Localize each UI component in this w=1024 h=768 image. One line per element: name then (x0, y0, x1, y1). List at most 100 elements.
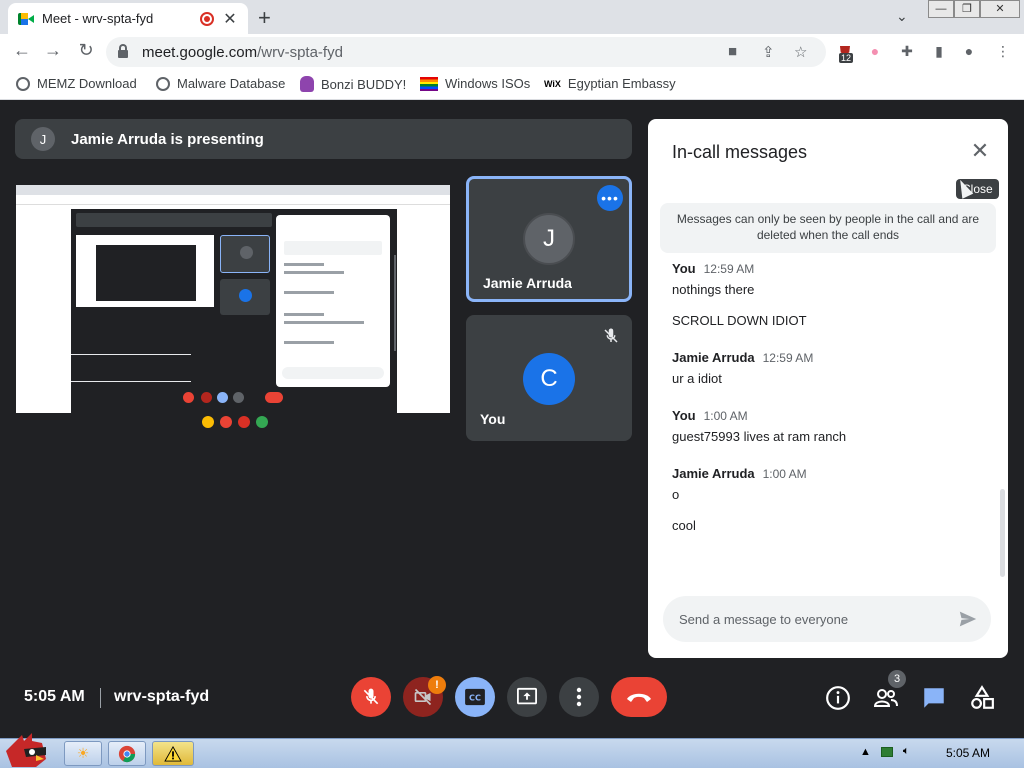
participant-name: Jamie Arruda (483, 275, 572, 291)
bookmark-malware-database[interactable]: Malware Database (156, 76, 285, 91)
more-options-button[interactable] (559, 677, 599, 717)
recording-icon (200, 11, 214, 26)
rainbow-flag-icon (420, 76, 438, 91)
profile-avatar-icon[interactable]: ● (960, 43, 978, 61)
address-bar[interactable]: meet.google.com/wrv-spta-fyd ■ ⇪ ☆ (106, 37, 826, 67)
taskbar-explorer[interactable]: ☀ (64, 741, 102, 766)
back-arrow-icon[interactable]: ← (10, 40, 34, 61)
more-options-icon[interactable]: ••• (597, 185, 623, 211)
bookmark-star-icon[interactable]: ☆ (794, 43, 807, 61)
google-meet-icon (18, 12, 34, 26)
svg-text:CC: CC (469, 693, 481, 703)
shared-screen-tabbar (16, 185, 450, 195)
browser-tabbar: Meet - wrv-spta-fyd ✕ + ⌄ — ❐ ✕ (0, 0, 1024, 34)
bookmark-egyptian-embassy[interactable]: WiX Egyptian Embassy (544, 76, 676, 91)
message-time: 1:00 AM (703, 409, 748, 423)
shared-tile-you (220, 279, 270, 315)
captions-button[interactable]: CC (455, 677, 495, 717)
people-count-badge: 3 (888, 670, 906, 688)
tab-close-icon[interactable]: ✕ (222, 9, 238, 29)
side-panel-icon[interactable]: ▮ (930, 43, 948, 61)
participant-tile-you[interactable]: C You (466, 315, 632, 441)
globe-icon (16, 76, 30, 91)
shared-screen[interactable] (16, 185, 450, 431)
browser-tab-meet[interactable]: Meet - wrv-spta-fyd ✕ (8, 3, 248, 34)
bookmarks-bar: MEMZ Download Malware Database Bonzi BUD… (0, 70, 1024, 100)
close-icon[interactable]: ✕ (968, 139, 992, 163)
participant-name: You (480, 411, 506, 427)
message-text: ur a idiot (672, 371, 722, 386)
message-text: o (672, 487, 680, 502)
taskbar-clock[interactable]: 5:05 AM (946, 746, 990, 760)
presenter-avatar: J (31, 127, 55, 151)
url-text: meet.google.com/wrv-spta-fyd (142, 44, 343, 61)
meeting-code: wrv-spta-fyd (114, 688, 210, 705)
shared-inner-screen (76, 235, 214, 307)
window-close-button[interactable]: ✕ (980, 0, 1020, 18)
tab-search-chevron-icon[interactable]: ⌄ (896, 8, 908, 25)
restore-button[interactable]: ❐ (954, 0, 980, 18)
message-text: cool (672, 518, 696, 533)
bookmark-memz[interactable]: MEMZ Download (16, 76, 137, 91)
present-now-button[interactable] (507, 677, 547, 717)
message-sender: You (672, 408, 696, 423)
minimize-button[interactable]: — (928, 0, 954, 18)
taskbar-warning-app[interactable] (152, 741, 194, 766)
closed-captions-icon: CC (465, 688, 485, 706)
network-icon[interactable] (880, 746, 893, 757)
microphone-toggle-button[interactable] (351, 677, 391, 717)
extensions-puzzle-icon[interactable]: ✚ (898, 43, 916, 61)
meeting-details-info-icon[interactable] (825, 685, 851, 711)
message-text: nothings there (672, 282, 755, 297)
bonzi-icon (300, 76, 314, 92)
message-scrollbar[interactable] (1000, 489, 1005, 577)
shared-screen-omnibox (16, 195, 450, 205)
message-sender: Jamie Arruda (672, 466, 755, 481)
volume-icon[interactable]: 🔈︎ (903, 745, 910, 758)
message-list[interactable]: You 12:59 AM nothings there SCROLL DOWN I… (672, 261, 992, 601)
shared-presenting-bar (76, 213, 272, 227)
message-group: Jamie Arruda 1:00 AM o cool (672, 466, 992, 533)
message-group: You 12:59 AM nothings there SCROLL DOWN I… (672, 261, 992, 328)
message-sender: Jamie Arruda (672, 350, 755, 365)
extension-flag-icon[interactable]: ● (866, 43, 884, 61)
warning-icon (164, 745, 182, 762)
activities-icon[interactable] (969, 685, 995, 711)
extension-badge: 12 (839, 53, 854, 63)
presenting-banner: J Jamie Arruda is presenting (15, 119, 632, 159)
send-icon[interactable] (958, 610, 978, 628)
message-group: You 1:00 AM guest75993 lives at ram ranch (672, 408, 992, 444)
mic-off-icon (363, 688, 379, 705)
chat-icon[interactable] (921, 685, 947, 711)
meeting-time: 5:05 AM (24, 688, 85, 705)
share-icon[interactable]: ⇪ (762, 43, 775, 61)
leave-call-button[interactable] (611, 677, 667, 717)
new-tab-button[interactable]: + (258, 5, 271, 31)
message-input[interactable] (663, 596, 991, 642)
camera-in-use-icon[interactable]: ■ (728, 43, 737, 60)
panel-title: In-call messages (672, 142, 808, 162)
in-call-messages-panel: In-call messages ✕ Close Messages can on… (648, 119, 1008, 658)
os-taskbar: ☀ ▲ 🔈︎ 5:05 AM (0, 733, 1024, 768)
wix-icon: WiX (544, 78, 561, 89)
taskbar-chrome[interactable] (108, 741, 146, 766)
start-button-angry-bird-icon[interactable] (2, 731, 48, 768)
forward-arrow-icon[interactable]: → (41, 40, 65, 61)
reload-icon[interactable]: ↻ (74, 40, 98, 61)
participant-tile-jamie[interactable]: ••• J Jamie Arruda (466, 176, 632, 302)
bookmark-windows-isos[interactable]: Windows ISOs (420, 76, 530, 91)
message-group: Jamie Arruda 12:59 AM ur a idiot (672, 350, 992, 386)
browser-toolbar: ← → ↻ meet.google.com/wrv-spta-fyd ■ ⇪ ☆… (0, 34, 1024, 70)
bookmark-bonzi[interactable]: Bonzi BUDDY! (300, 76, 406, 92)
message-time: 12:59 AM (703, 262, 755, 276)
lock-icon[interactable] (118, 44, 128, 58)
message-sender: You (672, 261, 696, 276)
chrome-icon (118, 745, 136, 762)
people-icon[interactable] (873, 685, 899, 711)
shared-tile-jamie (220, 235, 270, 273)
shared-chat-panel (276, 215, 390, 387)
menu-kebab-icon[interactable]: ⋮ (994, 43, 1012, 61)
meet-stage: J Jamie Arruda is presenting ••• J Jamie… (0, 101, 1024, 738)
chat-notice: Messages can only be seen by people in t… (660, 203, 996, 253)
tray-expand-icon[interactable]: ▲ (860, 746, 871, 758)
